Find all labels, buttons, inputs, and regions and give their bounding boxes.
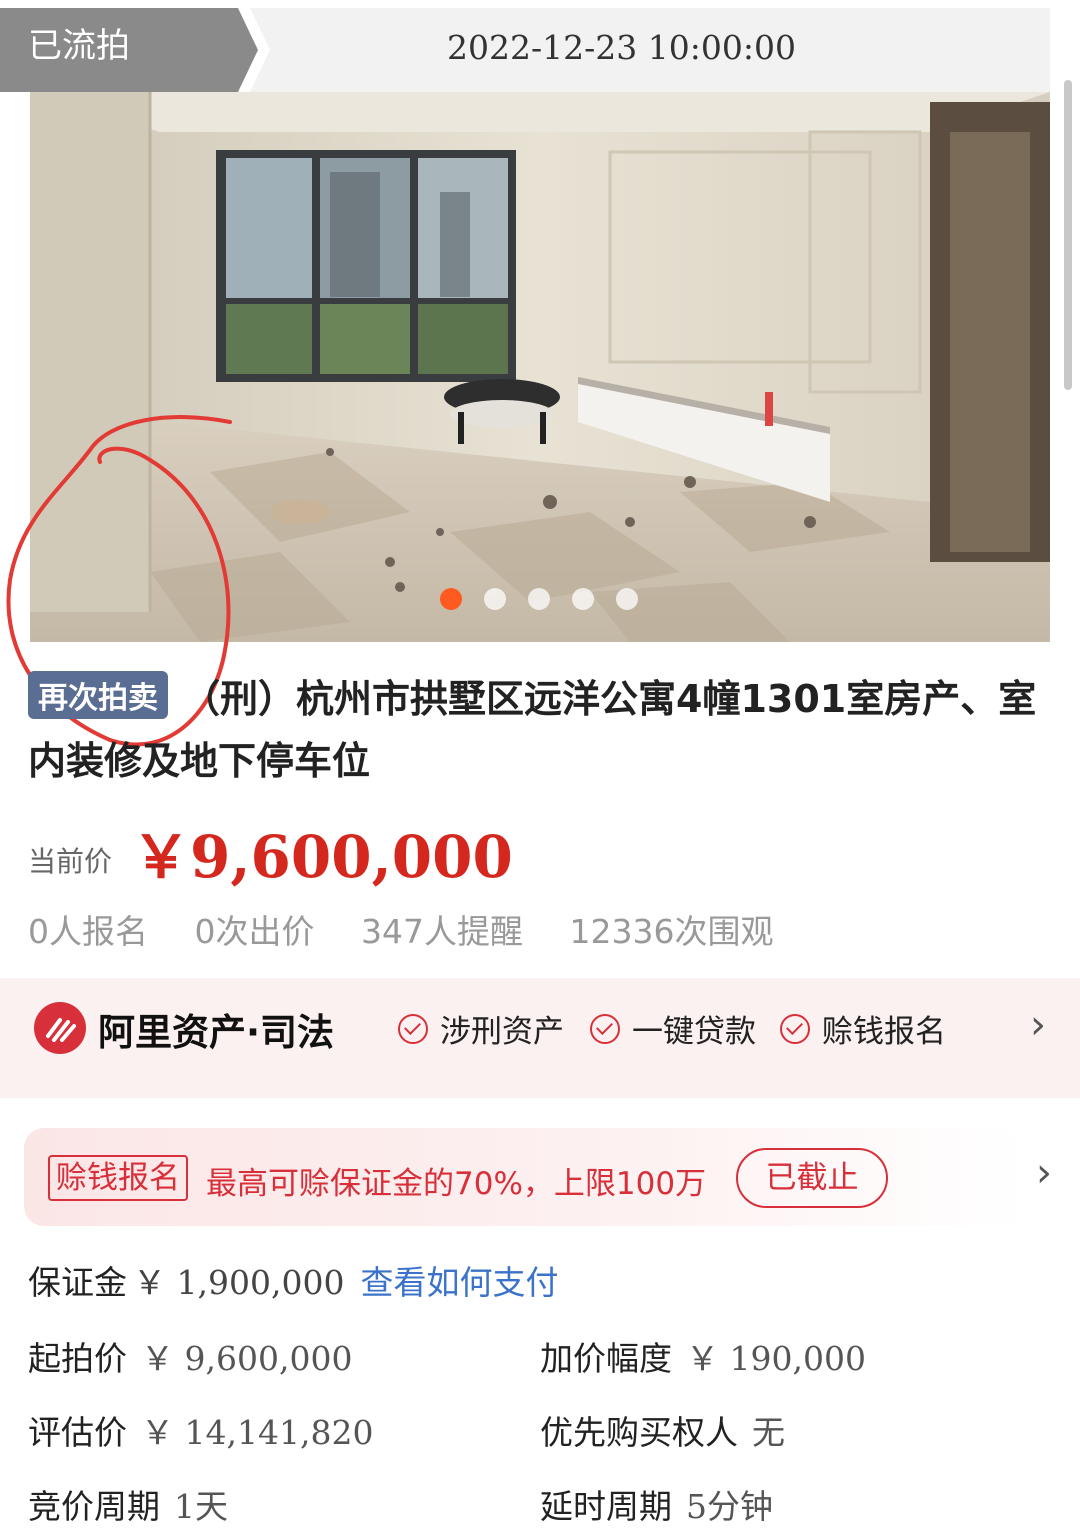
delay-cycle-row: 延时周期 5分钟 xyxy=(540,1480,773,1528)
priority-buyer-row: 优先购买权人无 xyxy=(540,1406,785,1454)
delay-cycle-label: 延时周期 xyxy=(540,1487,672,1526)
feature-criminal-asset: 涉刑资产 xyxy=(398,1006,564,1051)
check-circle-icon xyxy=(590,1013,620,1044)
credit-signup-banner[interactable]: 赊钱报名 最高可赊保证金的70%，上限100万 已截止 xyxy=(24,1128,1024,1226)
room-photo xyxy=(30,92,1050,642)
reauction-tag: 再次拍卖 xyxy=(28,671,168,719)
start-price-row: 起拍价 ￥ 9,600,000 xyxy=(28,1332,352,1380)
start-price-value: ￥ 9,600,000 xyxy=(141,1339,353,1378)
credit-signup-tag: 赊钱报名 xyxy=(48,1155,188,1201)
carousel-dot[interactable] xyxy=(572,588,594,610)
status-bar: 已流拍 2022-12-23 10:00:00 xyxy=(0,0,1080,92)
carousel-dots xyxy=(440,588,638,610)
carousel-dot[interactable] xyxy=(440,588,462,610)
bidding-cycle-label: 竞价周期 xyxy=(28,1487,160,1526)
check-circle-icon xyxy=(398,1013,428,1044)
photo-gallery[interactable] xyxy=(30,92,1050,642)
chevron-right-icon[interactable]: › xyxy=(1036,1150,1052,1196)
brand-banner[interactable]: 阿里资产·司法 涉刑资产 一键贷款 赊钱报名 › xyxy=(0,978,1080,1098)
credit-signup-text: 最高可赊保证金的70%，上限100万 xyxy=(206,1166,707,1202)
closed-button[interactable]: 已截止 xyxy=(736,1148,888,1208)
signup-count: 0人报名 xyxy=(28,912,148,951)
reminder-count: 347人提醒 xyxy=(361,912,523,951)
status-tag-label: 已流拍 xyxy=(28,26,130,66)
deposit-label: 保证金 xyxy=(28,1263,127,1302)
bid-count: 0次出价 xyxy=(194,912,315,951)
increment-label: 加价幅度 xyxy=(540,1339,672,1378)
feature-label: 一键贷款 xyxy=(632,1014,756,1050)
appraisal-label: 评估价 xyxy=(28,1413,127,1452)
bidding-cycle-value: 1天 xyxy=(174,1487,228,1526)
listing-title: （刑）杭州市拱墅区远洋公寓4幢1301室房产、室内装修及地下停车位 xyxy=(28,677,1037,783)
view-count: 12336次围观 xyxy=(569,912,774,951)
bidding-cycle-row: 竞价周期 1天 xyxy=(28,1480,228,1528)
increment-row: 加价幅度 ￥ 190,000 xyxy=(540,1332,866,1380)
feature-label: 赊钱报名 xyxy=(822,1014,946,1050)
auction-time: 2022-12-23 10:00:00 xyxy=(447,28,796,67)
carousel-dot[interactable] xyxy=(528,588,550,610)
deposit-value: ￥ 1,900,000 xyxy=(133,1263,345,1302)
scrollbar[interactable] xyxy=(1064,80,1072,390)
auction-stats: 0人报名 0次出价 347人提醒 12336次围观 xyxy=(28,905,809,953)
how-to-pay-link[interactable]: 查看如何支付 xyxy=(360,1263,558,1302)
listing-title-block: 再次拍卖 （刑）杭州市拱墅区远洋公寓4幢1301室房产、室内装修及地下停车位 xyxy=(28,668,1048,792)
increment-value: ￥ 190,000 xyxy=(686,1339,866,1378)
appraisal-row: 评估价 ￥ 14,141,820 xyxy=(28,1406,373,1454)
brand-name: 阿里资产·司法 xyxy=(98,1011,335,1054)
start-price-label: 起拍价 xyxy=(28,1339,127,1378)
current-price-label: 当前价 xyxy=(28,845,113,878)
feature-loan: 一键贷款 xyxy=(590,1006,756,1051)
chevron-right-icon[interactable]: › xyxy=(1030,1002,1046,1048)
appraisal-value: ￥ 14,141,820 xyxy=(141,1413,374,1452)
deposit-row: 保证金 ￥ 1,900,000 查看如何支付 xyxy=(28,1256,558,1304)
carousel-dot[interactable] xyxy=(484,588,506,610)
feature-label: 涉刑资产 xyxy=(440,1014,564,1050)
priority-buyer-value: 无 xyxy=(752,1413,785,1452)
check-circle-icon xyxy=(780,1013,810,1044)
feature-credit-signup: 赊钱报名 xyxy=(780,1006,946,1051)
delay-cycle-value: 5分钟 xyxy=(686,1487,773,1526)
ali-asset-logo-icon xyxy=(34,1002,86,1054)
priority-buyer-label: 优先购买权人 xyxy=(540,1413,738,1452)
carousel-dot[interactable] xyxy=(616,588,638,610)
current-price: ￥9,600,000 xyxy=(132,823,513,891)
